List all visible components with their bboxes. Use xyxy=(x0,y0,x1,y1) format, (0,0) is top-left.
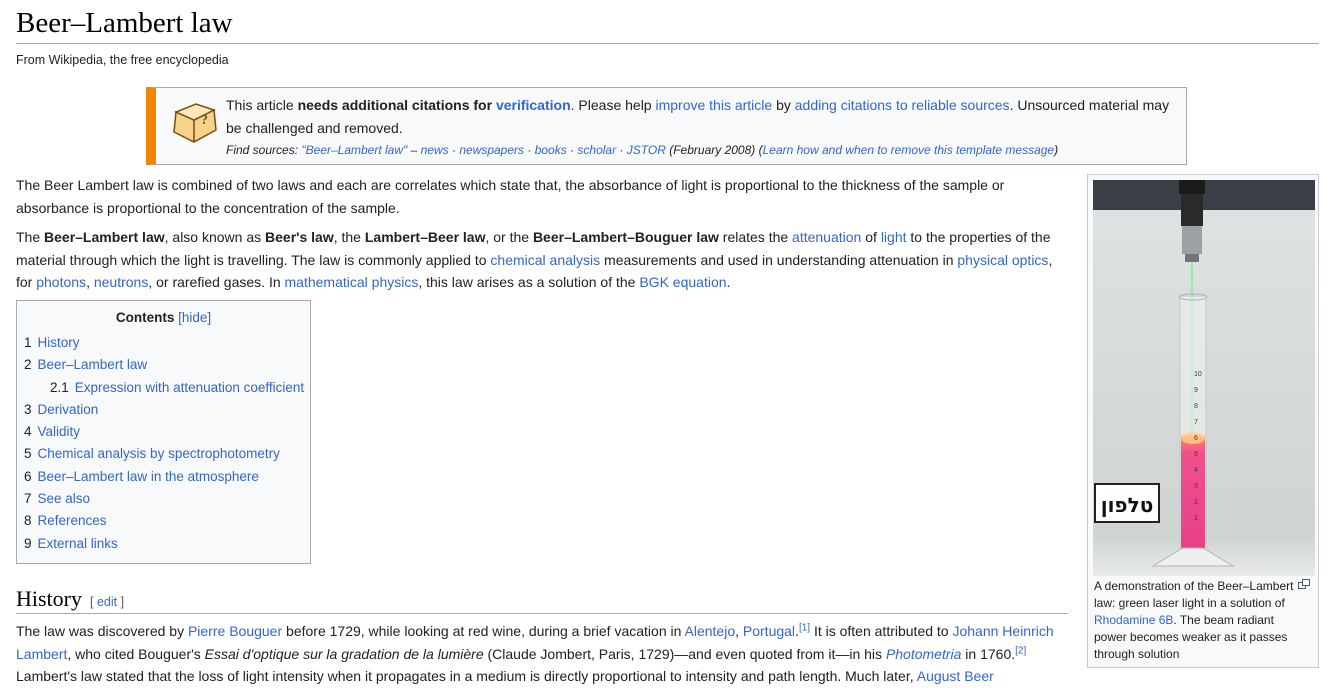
toc-item-validity[interactable]: 4 Validity xyxy=(24,421,304,443)
learn-remove-link[interactable]: Learn how and when to remove this templa… xyxy=(763,143,1055,157)
sign-text: טלפון xyxy=(1101,493,1154,517)
toc-item-references[interactable]: 8 References xyxy=(24,510,304,532)
toc-title: Contents xyxy=(115,310,175,325)
edit-section-link[interactable]: [ edit ] xyxy=(90,595,124,609)
svg-text:9: 9 xyxy=(1194,387,1198,394)
svg-text:4: 4 xyxy=(1194,467,1198,474)
history-paragraph-1: The law was discovered by Pierre Bouguer… xyxy=(16,622,1054,662)
toc-item-chemical-analysis[interactable]: 5 Chemical analysis by spectrophotometry xyxy=(24,443,304,465)
laser-demonstration-image[interactable]: 10 9 8 7 6 5 4 3 2 1 טלפון xyxy=(1093,180,1315,576)
books-link[interactable]: books xyxy=(535,143,567,157)
toc-item-see-also[interactable]: 7 See also xyxy=(24,488,304,510)
reference-2[interactable]: [2] xyxy=(1015,645,1026,656)
svg-text:1: 1 xyxy=(1194,515,1198,522)
jstor-link[interactable]: JSTOR xyxy=(627,143,666,157)
chemical-analysis-link[interactable]: chemical analysis xyxy=(490,252,600,268)
light-link[interactable]: light xyxy=(881,229,907,245)
toc-item-expression-attenuation[interactable]: 2.1 Expression with attenuation coefficie… xyxy=(24,377,304,399)
toc-item-history[interactable]: 1 History xyxy=(24,332,304,354)
intro-paragraph-2: The Beer–Lambert law, also known as Beer… xyxy=(16,229,1053,290)
toc-item-external-links[interactable]: 9 External links xyxy=(24,533,304,555)
notice-text: This article needs additional citations … xyxy=(226,94,1178,160)
intro-paragraph-1: The Beer Lambert law is combined of two … xyxy=(16,177,1005,216)
verification-link[interactable]: verification xyxy=(496,97,571,113)
thumbnail-caption: A demonstration of the Beer–Lambert law:… xyxy=(1094,579,1294,661)
bgk-equation-link[interactable]: BGK equation xyxy=(639,274,726,290)
toc-item-derivation[interactable]: 3 Derivation xyxy=(24,399,304,421)
photometria-link[interactable]: Photometria xyxy=(886,646,961,662)
svg-text:?: ? xyxy=(201,113,208,128)
toc-item-beer-lambert-law[interactable]: 2 Beer–Lambert law xyxy=(24,354,304,376)
pierre-bouguer-link[interactable]: Pierre Bouguer xyxy=(188,623,282,639)
toc-header: Contents [hide] xyxy=(17,310,310,325)
toc-hide-toggle[interactable]: [hide] xyxy=(178,310,211,325)
page-title: Beer–Lambert law xyxy=(16,7,233,39)
physical-optics-link[interactable]: physical optics xyxy=(957,252,1048,268)
news-link[interactable]: news xyxy=(421,143,449,157)
svg-text:5: 5 xyxy=(1194,451,1198,458)
book-question-icon: ? xyxy=(173,103,217,143)
history-heading: History[ edit ] xyxy=(16,586,125,611)
reference-1[interactable]: [1] xyxy=(799,622,810,633)
tagline: From Wikipedia, the free encyclopedia xyxy=(16,53,229,67)
portugal-link[interactable]: Portugal xyxy=(743,623,795,639)
svg-text:10: 10 xyxy=(1194,371,1202,378)
find-sources: Find sources: "Beer–Lambert law" – news … xyxy=(226,143,1059,157)
find-sources-query-link[interactable]: "Beer–Lambert law" xyxy=(301,143,407,157)
toc-item-atmosphere[interactable]: 6 Beer–Lambert law in the atmosphere xyxy=(24,466,304,488)
history-paragraph-2: Lambert's law stated that the loss of li… xyxy=(16,668,994,684)
table-of-contents: Contents [hide] 1 History 2 Beer–Lambert l… xyxy=(16,300,311,564)
august-beer-link[interactable]: August Beer xyxy=(917,668,994,684)
svg-text:3: 3 xyxy=(1194,483,1198,490)
alentejo-link[interactable]: Alentejo xyxy=(685,623,736,639)
svg-text:6: 6 xyxy=(1194,435,1198,442)
toc-list: 1 History 2 Beer–Lambert law 2.1 Expression… xyxy=(24,332,304,555)
improve-article-link[interactable]: improve this article xyxy=(655,97,772,113)
rhodamine-link[interactable]: Rhodamine 6B xyxy=(1094,613,1173,627)
newspapers-link[interactable]: newspapers xyxy=(459,143,524,157)
attenuation-link[interactable]: attenuation xyxy=(792,229,861,245)
adding-citations-link[interactable]: adding citations to reliable sources xyxy=(795,97,1010,113)
thumbnail-figure: 10 9 8 7 6 5 4 3 2 1 טלפון A demonstrati… xyxy=(1087,174,1319,668)
svg-text:2: 2 xyxy=(1194,499,1198,506)
title-rule xyxy=(16,43,1319,44)
scholar-link[interactable]: scholar xyxy=(577,143,616,157)
citation-notice: ? This article needs additional citation… xyxy=(146,87,1187,165)
svg-text:7: 7 xyxy=(1194,419,1198,426)
neutrons-link[interactable]: neutrons xyxy=(94,274,148,290)
svg-text:8: 8 xyxy=(1194,403,1198,410)
photons-link[interactable]: photons xyxy=(36,274,86,290)
mathematical-physics-link[interactable]: mathematical physics xyxy=(285,274,419,290)
history-rule xyxy=(16,613,1068,614)
